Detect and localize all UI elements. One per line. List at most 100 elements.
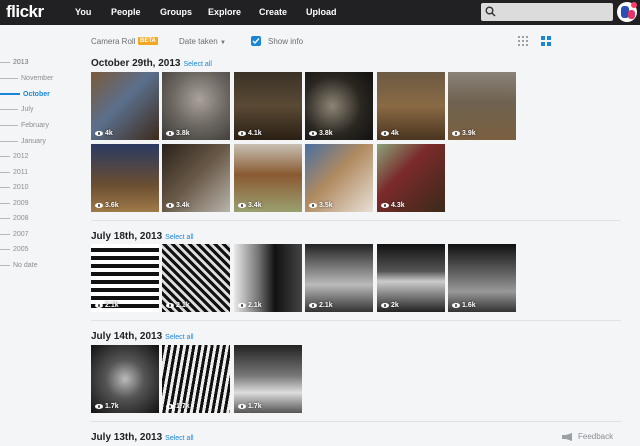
year-2007[interactable]: 2007 xyxy=(0,231,29,238)
view-count: 2.1k xyxy=(248,302,262,309)
year-2011[interactable]: 2011 xyxy=(0,169,28,176)
view-count: 3.5k xyxy=(319,202,333,209)
photo-tile[interactable]: 3.6k xyxy=(91,144,159,212)
caret-down-icon: ▼ xyxy=(219,40,226,46)
show-info-checkbox[interactable] xyxy=(251,36,261,46)
photo-tile[interactable]: 3.8k xyxy=(305,72,373,140)
eye-icon xyxy=(238,203,246,208)
eye-icon xyxy=(95,131,103,136)
no-date[interactable]: No date xyxy=(0,262,38,269)
eye-icon xyxy=(381,203,389,208)
photo-tile[interactable]: 4.1k xyxy=(234,72,302,140)
feedback-button[interactable]: Feedback xyxy=(562,432,613,441)
photo-tile[interactable]: 3.4k xyxy=(162,144,230,212)
sort-label: Date taken xyxy=(179,37,218,46)
top-nav-bar: flickr You People Groups Explore Create … xyxy=(0,0,640,25)
eye-icon xyxy=(238,131,246,136)
view-count: 4.3k xyxy=(391,202,405,209)
section-date: July 14th, 2013 xyxy=(91,331,163,342)
eye-icon xyxy=(452,303,460,308)
photo-tile[interactable]: 1.7k xyxy=(162,345,230,413)
view-count: 4k xyxy=(105,130,113,137)
year-2012[interactable]: 2012 xyxy=(0,153,29,160)
feedback-label: Feedback xyxy=(578,432,614,441)
month-october[interactable]: October xyxy=(0,91,50,98)
section-date: July 13th, 2013 xyxy=(91,432,163,443)
eye-icon xyxy=(95,404,103,409)
photo-tile[interactable]: 1.6k xyxy=(448,244,516,312)
year-2010[interactable]: 2010 xyxy=(0,184,29,191)
photo-tile[interactable]: 3.5k xyxy=(305,144,373,212)
view-count: 2.1k xyxy=(105,302,119,309)
nav-groups[interactable]: Groups xyxy=(160,7,192,17)
view-count: 1.6k xyxy=(462,302,476,309)
eye-icon xyxy=(452,131,460,136)
eye-icon xyxy=(238,303,246,308)
month-november[interactable]: November xyxy=(0,75,53,82)
large-grid-view-icon[interactable] xyxy=(541,36,551,46)
photo-tile[interactable]: 4k xyxy=(377,72,445,140)
month-july[interactable]: July xyxy=(0,106,33,113)
photo-tile[interactable]: 1.7k xyxy=(234,345,302,413)
section-title: July 13th, 2013 Select all xyxy=(91,432,194,443)
photo-tile[interactable]: 4k xyxy=(91,72,159,140)
eye-icon xyxy=(309,131,317,136)
megaphone-icon xyxy=(562,432,572,441)
section-title: October 29th, 2013 Select all xyxy=(91,58,212,69)
eye-icon xyxy=(95,203,103,208)
section-title: July 14th, 2013 Select all xyxy=(91,331,194,342)
notification-badge[interactable] xyxy=(631,2,637,8)
month-january[interactable]: January xyxy=(0,138,46,145)
select-all-link[interactable]: Select all xyxy=(165,334,193,341)
beta-badge: BETA xyxy=(138,37,158,45)
photo-tile[interactable]: 4.3k xyxy=(377,144,445,212)
select-all-link[interactable]: Select all xyxy=(165,234,193,241)
photo-tile[interactable]: 3.8k xyxy=(162,72,230,140)
eye-icon xyxy=(166,203,174,208)
section-divider xyxy=(91,320,621,321)
flickr-logo[interactable]: flickr xyxy=(6,2,44,22)
view-count: 2.1k xyxy=(176,302,190,309)
year-2009[interactable]: 2009 xyxy=(0,200,29,207)
view-count: 1.7k xyxy=(105,403,119,410)
photo-tile[interactable]: 2k xyxy=(377,244,445,312)
eye-icon xyxy=(95,303,103,308)
eye-icon xyxy=(166,303,174,308)
camera-roll-title: Camera Roll xyxy=(91,37,136,46)
nav-people[interactable]: People xyxy=(111,7,141,17)
eye-icon xyxy=(381,303,389,308)
nav-explore[interactable]: Explore xyxy=(208,7,241,17)
photo-tile[interactable]: 1.7k xyxy=(91,345,159,413)
view-count: 1.7k xyxy=(248,403,262,410)
month-february[interactable]: February xyxy=(0,122,49,129)
view-count: 2.1k xyxy=(319,302,333,309)
photo-tile[interactable]: 2.1k xyxy=(234,244,302,312)
photo-tile[interactable]: 2.1k xyxy=(305,244,373,312)
eye-icon xyxy=(381,131,389,136)
small-grid-view-icon[interactable] xyxy=(518,36,528,46)
eye-icon xyxy=(309,303,317,308)
section-date: October 29th, 2013 xyxy=(91,58,181,69)
eye-icon xyxy=(238,404,246,409)
eye-icon xyxy=(166,131,174,136)
photo-tile[interactable]: 3.9k xyxy=(448,72,516,140)
nav-you[interactable]: You xyxy=(75,7,91,17)
checkmark-icon xyxy=(252,38,260,45)
photo-tile[interactable]: 3.4k xyxy=(234,144,302,212)
nav-upload[interactable]: Upload xyxy=(306,7,337,17)
section-divider xyxy=(91,421,621,422)
view-count: 3.8k xyxy=(176,130,190,137)
year-2013[interactable]: 2013 xyxy=(0,59,29,66)
view-count: 3.9k xyxy=(462,130,476,137)
year-2008[interactable]: 2008 xyxy=(0,215,29,222)
sort-dropdown[interactable]: Date taken ▼ xyxy=(179,37,226,46)
nav-create[interactable]: Create xyxy=(259,7,287,17)
view-count: 1.7k xyxy=(176,403,190,410)
search-input[interactable] xyxy=(481,3,613,21)
select-all-link[interactable]: Select all xyxy=(183,61,211,68)
year-2005[interactable]: 2005 xyxy=(0,246,29,253)
photo-tile[interactable]: 2.1k xyxy=(162,244,230,312)
select-all-link[interactable]: Select all xyxy=(165,435,193,442)
photo-tile[interactable]: 2.1k xyxy=(91,244,159,312)
eye-icon xyxy=(309,203,317,208)
